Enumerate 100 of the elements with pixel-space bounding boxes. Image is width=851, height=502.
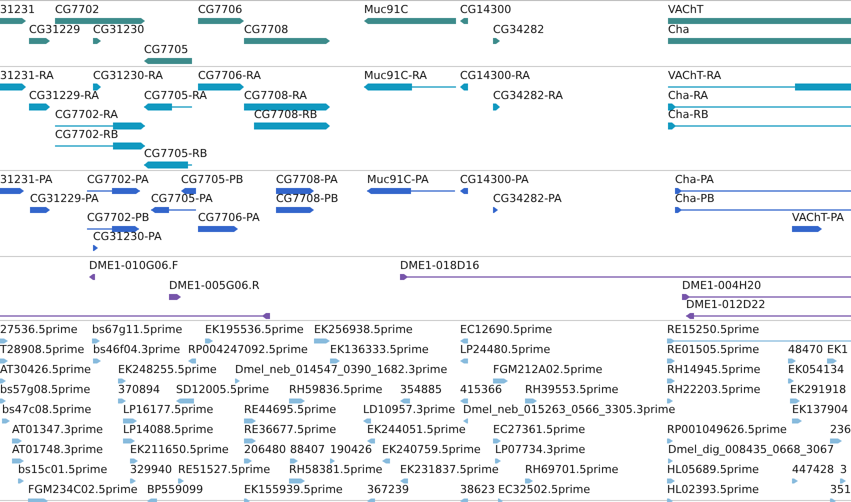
feature-label: DME1-004H20	[682, 278, 762, 292]
feature-label: EC27361.5prime	[493, 423, 586, 436]
feature-label: SD12005.5prime	[176, 383, 269, 396]
feature-label: DME1-005G06.R	[169, 278, 260, 292]
feature-label: CG34282-RA	[493, 88, 563, 102]
feature-label: EK211650.5prime	[130, 443, 229, 456]
feature-label: RH58381.5prime	[289, 463, 382, 476]
feature-label: LD10957.3prime	[363, 403, 456, 416]
feature-label: CG31229-RA	[29, 88, 99, 102]
feature-label: 447428	[792, 463, 834, 476]
feature-label: EK244051.5prime	[367, 423, 466, 436]
feature-label: RH59836.5prime	[289, 383, 382, 396]
feature-label: CG14300-PA	[460, 173, 529, 186]
feature-label: 354885	[400, 383, 442, 396]
feature-label: RE51527.5prime	[178, 463, 270, 476]
feature-label: Cha-RA	[668, 88, 708, 102]
feature-label: RH69701.5prime	[525, 463, 618, 476]
feature-label: RH39553.5prime	[525, 383, 618, 396]
feature-label: Cha-RB	[668, 108, 709, 121]
feature-label: AT01748.3prime	[12, 443, 103, 456]
feature-label: CG31229-PA	[30, 192, 99, 205]
feature-label: CG7705-PA	[151, 192, 213, 205]
feature-label: EK291918	[790, 383, 846, 396]
feature-label: HL02393.5prime	[667, 483, 759, 496]
feature-label: EK195536.5prime	[205, 323, 304, 336]
feature-label: 206480	[244, 443, 286, 456]
feature-label: 88407	[290, 443, 325, 456]
feature-label: DME1-012D22	[686, 298, 766, 311]
feature-label: RP004247092.5prime	[188, 343, 308, 356]
feature-label: EK054134	[788, 363, 844, 376]
feature-label: EK240759.5prime	[382, 443, 481, 456]
feature-label: RE15250.5prime	[667, 323, 760, 336]
feature-label: bs47c08.5prime	[2, 403, 92, 416]
feature-label: Muc91C-RA	[364, 69, 427, 82]
feature-label: CG7705-RA	[144, 88, 207, 102]
feature-label: EK137904	[792, 403, 848, 416]
feature-label: 415366	[460, 383, 502, 396]
feature-label: 31231-RA	[0, 69, 54, 82]
feature-label: Dmel_neb_015263_0566_3305.3prime	[463, 403, 676, 416]
feature-label: Muc91C	[364, 3, 408, 16]
feature-label: CG7706	[198, 3, 242, 16]
feature-label: RE01505.5prime	[667, 343, 760, 356]
feature-label: CG31230-PA	[93, 230, 162, 243]
feature-label: EK231837.5prime	[400, 463, 499, 476]
feature-label: DME1-018D16	[400, 259, 480, 272]
feature-label: 370894	[118, 383, 160, 396]
feature-label: LP14088.5prime	[123, 423, 214, 436]
feature-label: Cha-PA	[675, 173, 714, 186]
feature-label: CG7708-RB	[254, 108, 318, 121]
feature-label: CG14300-RA	[460, 69, 530, 82]
feature-label: CG14300	[460, 3, 512, 16]
feature-label: RH14945.5prime	[667, 363, 760, 376]
feature-label: LP16177.5prime	[123, 403, 214, 416]
feature-label: CG7705-RB	[144, 147, 208, 160]
feature-label: bs57g08.5prime	[0, 383, 90, 396]
feature-label: bs46f04.3prime	[93, 343, 180, 356]
feature-label: CG31230	[93, 23, 144, 36]
feature-label: CG7702-PB	[87, 211, 150, 224]
feature-label: CG7705	[144, 43, 188, 56]
feature-label: LP07734.3prime	[495, 443, 586, 456]
feature-label: 38623	[460, 483, 495, 496]
feature-label: CG34282-PA	[493, 192, 562, 205]
feature-label: 367239	[367, 483, 409, 496]
feature-label: 31231-PA	[0, 173, 52, 186]
feature-label: BP559099	[147, 483, 204, 496]
feature-label: CG7705-PB	[181, 173, 244, 186]
feature-label: EK256938.5prime	[314, 323, 413, 336]
feature-label: RP001049626.5prime	[667, 423, 787, 436]
feature-label: CG7702-RB	[55, 128, 118, 140]
feature-label: CG7708-PB	[276, 192, 338, 205]
feature-label: bs67g11.5prime	[92, 323, 182, 336]
feature-label: CG7702	[55, 3, 100, 16]
feature-label: 190426	[330, 443, 372, 456]
feature-label: EK155939.5prime	[244, 483, 343, 496]
feature-label: 3	[840, 463, 847, 476]
feature-label: HL05689.5prime	[667, 463, 759, 476]
feature-label: CG31229	[29, 23, 80, 36]
feature-label: CG7708-RA	[244, 88, 307, 102]
feature-label: 27536.5prime	[0, 323, 78, 336]
feature-label: Dmel_neb_014547_0390_1682.3prime	[235, 363, 448, 376]
feature-label: Cha	[668, 23, 690, 36]
feature-label: RE44695.5prime	[244, 403, 336, 416]
feature-label: VAChT	[668, 3, 704, 16]
feature-label: 329940	[130, 463, 172, 476]
feature-label: FGM234C02.5prime	[28, 483, 138, 496]
feature-label: RE36677.5prime	[244, 423, 336, 436]
feature-label: EK136333.5prime	[330, 343, 429, 356]
feature-label: CG34282	[493, 23, 544, 36]
feature-label: EC32502.5prime	[498, 483, 590, 496]
feature-label: VAChT-PA	[792, 211, 844, 224]
feature-label: AT30426.5prime	[0, 363, 91, 376]
feature-label: EK1	[827, 343, 848, 356]
feature-label: CG7702-PA	[87, 173, 149, 186]
feature-label: FGM212A02.5prime	[493, 363, 602, 376]
feature-label: 31231	[0, 3, 35, 16]
feature-label: CG7708	[244, 23, 288, 36]
feature-label: VAChT-RA	[668, 69, 722, 82]
feature-label: Muc91C-PA	[367, 173, 429, 186]
feature-label: Cha-PB	[675, 192, 715, 205]
feature-label: bs15c01.5prime	[18, 463, 108, 476]
